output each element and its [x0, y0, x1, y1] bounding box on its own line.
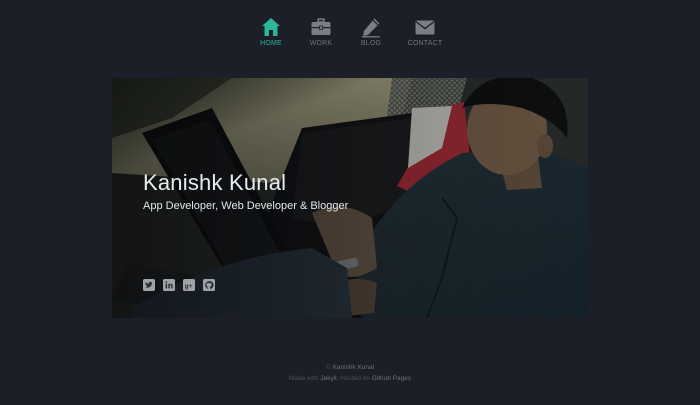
social-links: g+: [143, 279, 215, 291]
jekyll-link[interactable]: Jekyll: [320, 375, 336, 382]
main-nav: HOME WORK BLOG CONTACT: [0, 16, 700, 47]
hero-banner: Kanishk Kunal App Developer, Web Develop…: [112, 78, 588, 318]
copyright-symbol: ©: [325, 364, 331, 371]
svg-text:g+: g+: [185, 283, 193, 290]
hero-tagline: App Developer, Web Developer & Blogger: [143, 200, 349, 212]
made-with-text: Made with: [288, 375, 319, 382]
nav-contact-label: CONTACT: [407, 40, 443, 47]
nav-work[interactable]: WORK: [305, 16, 337, 47]
briefcase-icon: [311, 18, 331, 35]
linkedin-link[interactable]: [163, 279, 175, 291]
hosted-on-text: . Hosted on: [336, 375, 370, 382]
nav-home-label: HOME: [260, 40, 282, 47]
nav-blog-label: BLOG: [360, 40, 382, 47]
credits-line: Made with Jekyll. Hosted on Github Pages: [0, 373, 700, 384]
google-plus-icon: g+: [183, 279, 195, 291]
twitter-icon: [143, 279, 155, 291]
nav-blog[interactable]: BLOG: [355, 16, 387, 47]
envelope-icon: [415, 20, 435, 35]
pencil-icon: [362, 18, 380, 38]
twitter-link[interactable]: [143, 279, 155, 291]
nav-work-label: WORK: [309, 40, 333, 47]
home-icon: [262, 18, 280, 36]
copyright-line: © Kanishk Kunal: [0, 362, 700, 373]
site-footer: © Kanishk Kunal Made with Jekyll. Hosted…: [0, 362, 700, 384]
linkedin-icon: [163, 279, 175, 291]
copyright-name: Kanishk Kunal: [332, 364, 375, 371]
github-link[interactable]: [203, 279, 215, 291]
hero-name: Kanishk Kunal: [143, 170, 287, 195]
nav-contact[interactable]: CONTACT: [405, 16, 445, 47]
nav-home[interactable]: HOME: [255, 16, 287, 47]
github-pages-link[interactable]: Github Pages: [372, 375, 411, 382]
github-icon: [203, 279, 215, 291]
google-plus-link[interactable]: g+: [183, 279, 195, 291]
